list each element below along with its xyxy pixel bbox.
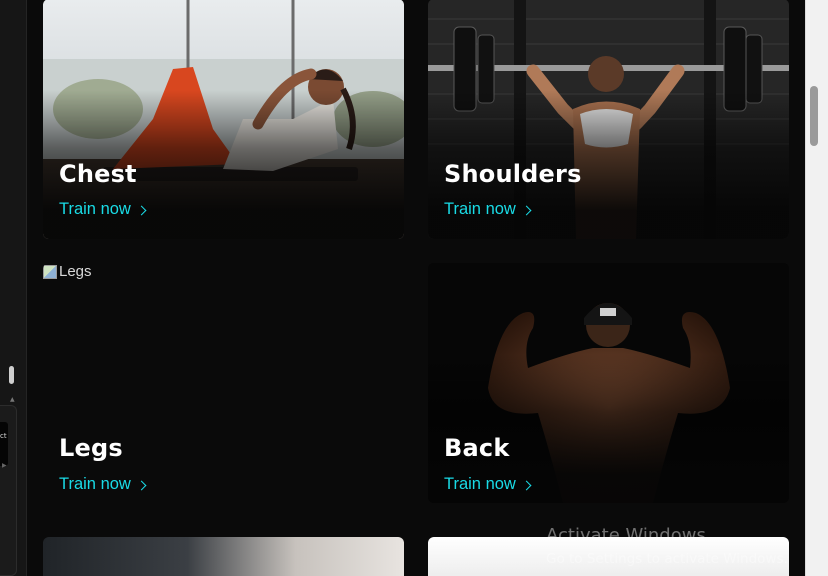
watermark-subtitle: Go to Settings to activate Windows. xyxy=(546,551,788,567)
activate-windows-watermark: Activate Windows Go to Settings to activ… xyxy=(546,525,788,569)
card-title: Back xyxy=(444,434,510,462)
chevron-right-icon xyxy=(521,480,532,490)
train-now-label: Train now xyxy=(59,475,131,493)
caret-up-icon: ▲ xyxy=(10,396,15,403)
legs-image-alt: Legs xyxy=(59,263,92,280)
card-title: Chest xyxy=(59,160,137,188)
page-scrollbar[interactable] xyxy=(805,0,828,576)
train-now-label: Train now xyxy=(444,475,516,493)
train-now-link[interactable]: Train now xyxy=(444,200,532,219)
adjacent-panel[interactable]: ct xyxy=(0,405,17,576)
train-now-link[interactable]: Train now xyxy=(59,475,147,494)
scrollbar-thumb[interactable] xyxy=(810,86,818,146)
card-shade xyxy=(428,263,789,503)
train-now-link[interactable]: Train now xyxy=(444,475,532,494)
category-card-chest[interactable]: Chest Train now xyxy=(43,0,404,239)
category-card-shoulders[interactable]: Shoulders Train now xyxy=(428,0,789,239)
chevron-right-icon xyxy=(521,205,532,215)
adjacent-window-strip: ▲ ct ▶ xyxy=(0,0,27,576)
train-now-label: Train now xyxy=(444,200,516,218)
category-card-partial-left[interactable] xyxy=(43,537,404,576)
train-now-label: Train now xyxy=(59,200,131,218)
broken-image-icon xyxy=(43,264,57,279)
adjacent-panel-text: ct xyxy=(0,432,7,440)
chevron-right-icon xyxy=(136,480,147,490)
caret-right-icon: ▶ xyxy=(2,462,7,469)
card-title: Shoulders xyxy=(444,160,582,188)
train-now-link[interactable]: Train now xyxy=(59,200,147,219)
adjacent-panel-preview xyxy=(0,422,8,466)
legs-image: Legs xyxy=(43,263,92,280)
category-card-back[interactable]: Back Train now xyxy=(428,263,789,503)
card-title: Legs xyxy=(59,434,123,462)
category-card-legs[interactable]: Legs Legs Train now xyxy=(43,263,404,503)
adjacent-scroll-thumb[interactable] xyxy=(9,366,14,384)
watermark-title: Activate Windows xyxy=(546,525,706,546)
chevron-right-icon xyxy=(136,205,147,215)
